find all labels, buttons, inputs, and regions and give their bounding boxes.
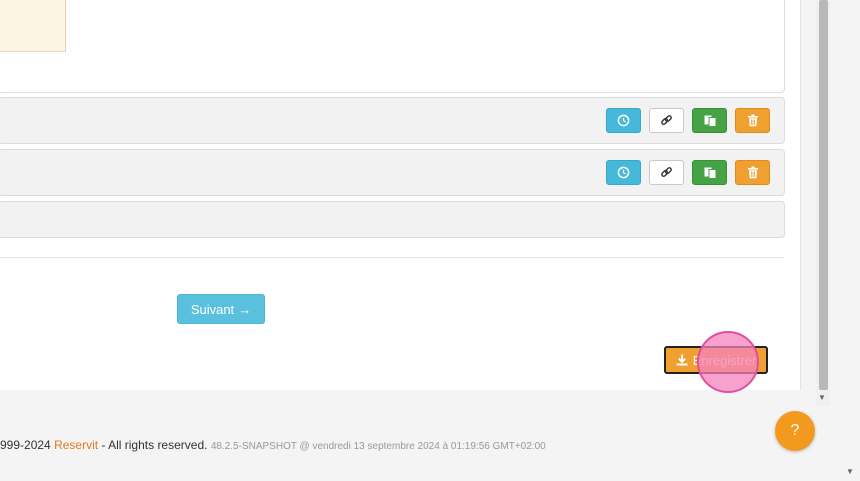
copy-icon	[704, 115, 716, 127]
next-label: Suivant	[190, 301, 235, 317]
trash-icon	[747, 114, 758, 127]
link-button[interactable]	[649, 108, 684, 133]
highlight-box	[0, 0, 66, 52]
save-button[interactable]: Enregistrer	[664, 346, 768, 374]
scrollbar-thumb[interactable]	[819, 0, 828, 390]
page-scroll-down-icon[interactable]: ▼	[846, 468, 854, 476]
divider	[0, 257, 784, 258]
main-content: Suivant →	[0, 0, 801, 390]
link-icon	[661, 115, 672, 125]
brand-link[interactable]: Reservit	[54, 438, 98, 452]
list-item-empty	[0, 201, 785, 238]
copy-icon	[704, 167, 716, 179]
list-item	[0, 97, 785, 144]
duplicate-button[interactable]	[692, 160, 727, 185]
top-panel	[0, 0, 785, 93]
row-actions	[606, 160, 770, 185]
arrow-right-icon: →	[238, 301, 252, 317]
rights-text: - All rights reserved.	[101, 438, 208, 452]
copyright-years: 999-2024	[0, 438, 51, 452]
row-actions	[606, 108, 770, 133]
help-button[interactable]: ?	[775, 411, 815, 451]
clock-icon	[617, 114, 630, 127]
next-button[interactable]: Suivant →	[177, 294, 265, 324]
save-label: Enregistrer	[692, 352, 757, 368]
clock-icon	[617, 166, 630, 179]
list-item	[0, 149, 785, 196]
history-button[interactable]	[606, 108, 641, 133]
version-text: 48.2.5-SNAPSHOT @ vendredi 13 septembre …	[210, 441, 546, 452]
footer: 999-2024 Reservit - All rights reserved.…	[0, 438, 546, 452]
delete-button[interactable]	[735, 160, 770, 185]
scroll-down-icon[interactable]: ▼	[818, 394, 826, 402]
history-button[interactable]	[606, 160, 641, 185]
download-icon	[676, 354, 688, 366]
link-icon	[661, 167, 672, 177]
link-button[interactable]	[649, 160, 684, 185]
help-label: ?	[790, 422, 800, 439]
trash-icon	[747, 166, 758, 179]
delete-button[interactable]	[735, 108, 770, 133]
duplicate-button[interactable]	[692, 108, 727, 133]
